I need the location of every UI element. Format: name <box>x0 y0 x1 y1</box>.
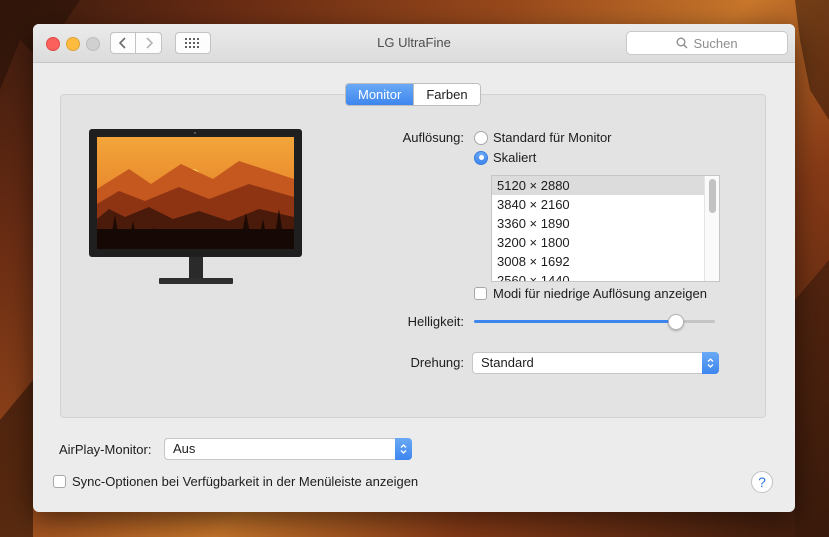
resolution-list[interactable]: 5120 × 2880 3840 × 2160 3360 × 1890 3200… <box>491 175 720 282</box>
preferences-window: LG UltraFine Suchen Monitor Farben Auflö… <box>33 24 795 512</box>
sync-label: Sync-Optionen bei Verfügbarkeit in der M… <box>72 474 419 489</box>
radio-default-label: Standard für Monitor <box>493 130 612 145</box>
resolution-scrollbar[interactable] <box>704 176 719 281</box>
radio-circle <box>474 130 488 145</box>
resolution-option[interactable]: 3840 × 2160 <box>492 195 719 214</box>
title-bar: LG UltraFine Suchen <box>33 24 795 63</box>
help-button[interactable]: ? <box>751 471 773 493</box>
search-placeholder: Suchen <box>693 35 738 51</box>
resolution-label: Auflösung: <box>402 130 464 145</box>
airplay-label: AirPlay-Monitor: <box>59 442 152 457</box>
monitor-icon <box>89 129 302 284</box>
brightness-fill <box>474 320 677 323</box>
scrollbar-thumb[interactable] <box>709 179 716 213</box>
rotation-popup[interactable]: Standard <box>472 352 719 374</box>
resolution-option[interactable]: 3360 × 1890 <box>492 214 719 233</box>
search-field[interactable]: Suchen <box>626 31 788 55</box>
radio-circle-selected <box>474 150 488 165</box>
search-icon <box>676 37 688 49</box>
resolution-option[interactable]: 2560 × 1440 <box>492 271 719 281</box>
tab-farben[interactable]: Farben <box>413 84 480 105</box>
resolution-option[interactable]: 5120 × 2880 <box>492 176 719 195</box>
popup-arrows <box>702 352 719 374</box>
airplay-value: Aus <box>173 441 196 456</box>
low-res-checkbox[interactable]: Modi für niedrige Auflösung anzeigen <box>474 286 707 301</box>
tab-bar: Monitor Farben <box>345 83 481 106</box>
radio-scaled-resolution[interactable]: Skaliert <box>474 150 536 165</box>
chevron-updown-icon <box>400 444 407 454</box>
rotation-value: Standard <box>481 355 534 370</box>
chevron-updown-icon <box>707 358 714 368</box>
radio-default-resolution[interactable]: Standard für Monitor <box>474 130 612 145</box>
airplay-popup[interactable]: Aus <box>164 438 412 460</box>
popup-arrows <box>395 438 412 460</box>
rotation-label: Drehung: <box>410 355 464 370</box>
checkbox-box <box>474 287 487 300</box>
sync-checkbox[interactable]: Sync-Optionen bei Verfügbarkeit in der M… <box>53 474 418 489</box>
tab-monitor[interactable]: Monitor <box>346 84 414 105</box>
low-res-label: Modi für niedrige Auflösung anzeigen <box>493 286 707 301</box>
radio-scaled-label: Skaliert <box>493 150 537 165</box>
checkbox-box <box>53 475 66 488</box>
brightness-label: Helligkeit: <box>407 314 464 329</box>
resolution-option[interactable]: 3200 × 1800 <box>492 233 719 252</box>
help-icon: ? <box>758 474 766 490</box>
resolution-option[interactable]: 3008 × 1692 <box>492 252 719 271</box>
